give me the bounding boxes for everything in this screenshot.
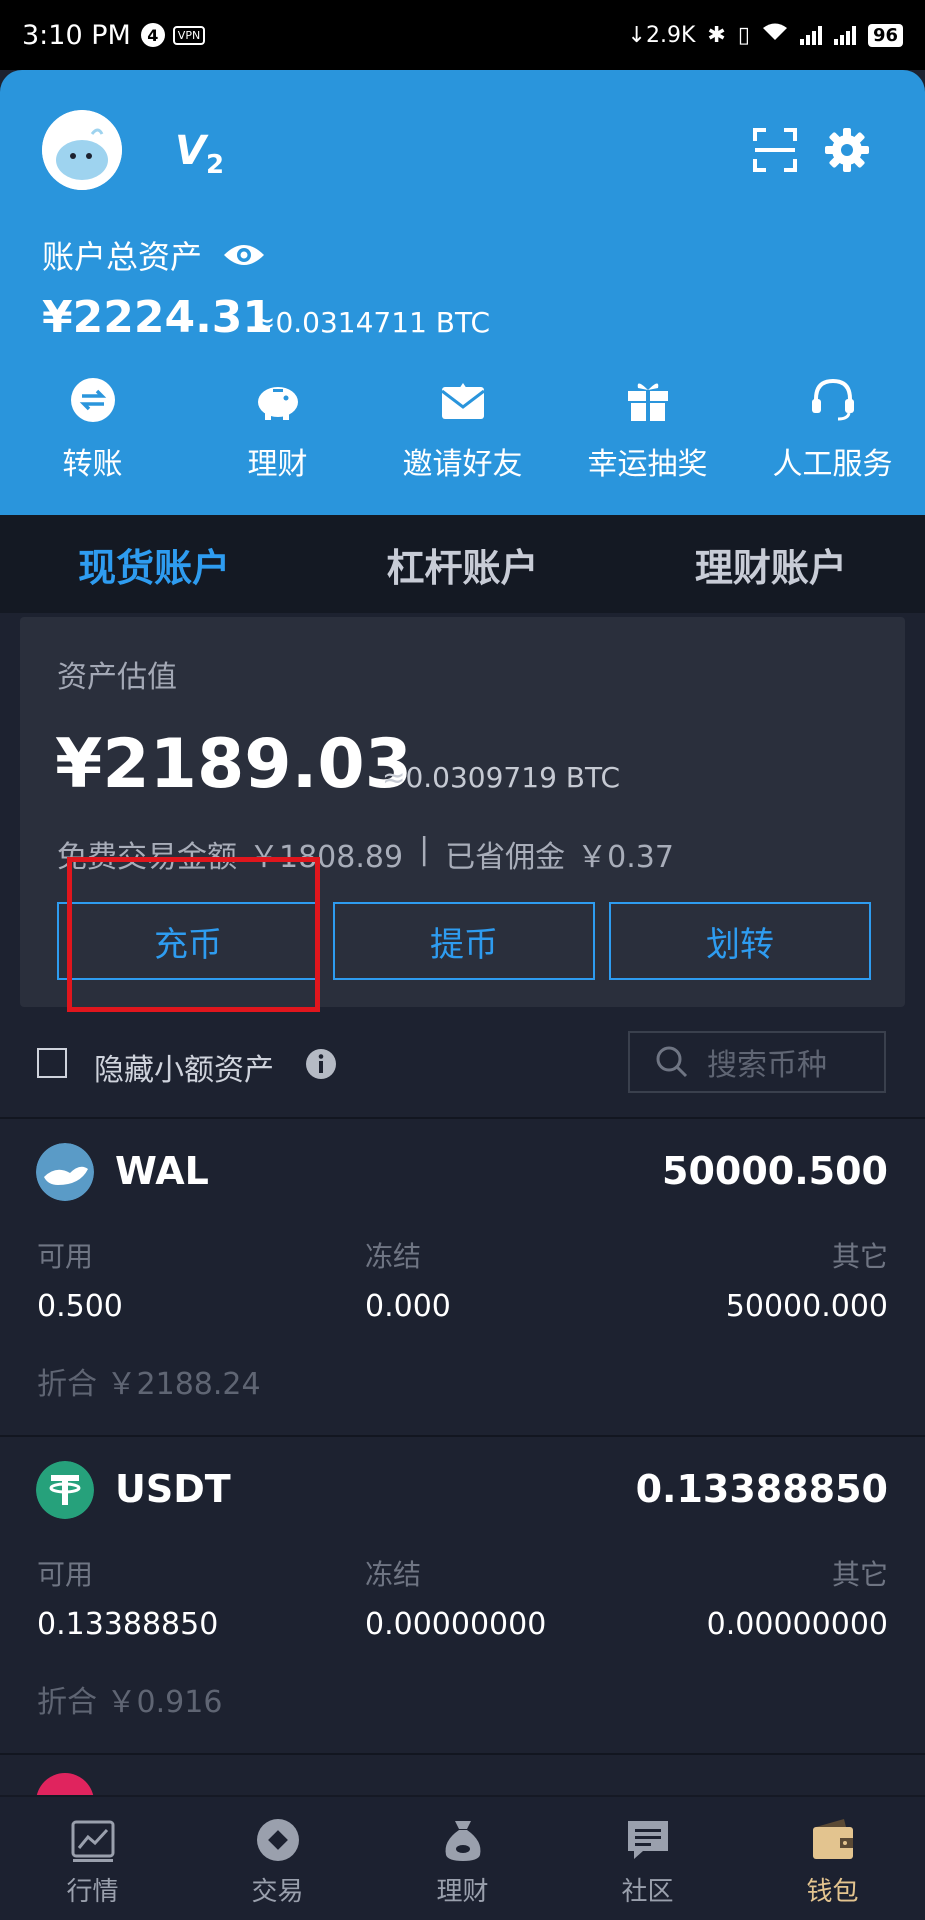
total-assets-btc: ≈0.0314711 BTC — [252, 306, 490, 339]
asset-symbol: USDT — [115, 1467, 231, 1511]
eye-icon[interactable] — [222, 240, 266, 270]
asset-equivalent: 折合 ￥2188.24 — [37, 1367, 261, 1402]
asset-estimate-label: 资产估值 — [57, 660, 177, 695]
available-value: 0.13388850 — [37, 1607, 219, 1642]
trade-icon — [256, 1819, 299, 1861]
available-label: 可用 — [37, 1240, 94, 1273]
nav-market[interactable]: 行情 — [0, 1797, 185, 1920]
withdraw-button[interactable]: 提币 — [333, 902, 595, 980]
money-bag-icon — [445, 1821, 480, 1861]
vip-level-badge: V2 — [175, 128, 225, 180]
status-time: 3:10 PM — [22, 19, 131, 51]
status-bar: 3:10 PM 4 VPN ↓2.9K ✱ ▯ 96 — [0, 0, 925, 70]
tab-spot-account[interactable]: 现货账户 — [0, 537, 308, 592]
info-icon[interactable] — [305, 1048, 337, 1080]
hide-small-assets-label[interactable]: 隐藏小额资产 — [94, 1045, 274, 1089]
asset-list: WAL 50000.500 可用 冻结 其它 0.500 0.000 50000… — [0, 1117, 925, 1815]
bottom-nav: 行情 交易 理财 社区 钱包 — [0, 1795, 925, 1920]
asset-symbol: WAL — [115, 1149, 209, 1193]
other-value: 50000.000 — [725, 1289, 888, 1324]
total-assets-label: 账户总资产 — [42, 232, 266, 278]
quick-action-transfer[interactable]: 转账 — [0, 375, 185, 483]
headset-icon — [811, 378, 854, 421]
notification-count-badge: 4 — [140, 23, 165, 47]
asset-total: 50000.500 — [662, 1149, 888, 1193]
hide-small-assets-checkbox[interactable] — [37, 1048, 67, 1078]
frozen-label: 冻结 — [365, 1240, 422, 1273]
search-icon — [656, 1046, 688, 1078]
nav-finance[interactable]: 理财 — [370, 1797, 555, 1920]
bluetooth-icon: ✱ — [707, 22, 726, 48]
search-placeholder: 搜索币种 — [707, 1048, 827, 1083]
transfer-icon — [70, 378, 115, 422]
vibrate-icon: ▯ — [737, 22, 750, 48]
account-tabs: 现货账户 杠杆账户 理财账户 — [0, 515, 925, 613]
available-label: 可用 — [37, 1558, 94, 1591]
other-value: 0.00000000 — [706, 1607, 888, 1642]
wifi-icon — [762, 22, 788, 48]
scan-icon[interactable] — [752, 127, 798, 173]
coin-search-input[interactable]: 搜索币种 — [628, 1031, 886, 1093]
filter-row: 隐藏小额资产 搜索币种 — [0, 1010, 925, 1118]
nav-wallet[interactable]: 钱包 — [740, 1797, 925, 1920]
asset-estimate-amount: ¥2189.03 — [55, 725, 413, 804]
asset-estimate-btc: ≈0.0309719 BTC — [382, 761, 620, 794]
saved-commission-value: ￥0.37 — [577, 840, 674, 875]
wallet-header: V2 账户总资产 ¥2224.31 ≈0.0314711 BTC 转账 理财 邀… — [0, 70, 925, 515]
tab-margin-account[interactable]: 杠杆账户 — [308, 537, 616, 592]
wal-coin-icon — [36, 1143, 94, 1201]
invite-envelope-icon — [440, 383, 485, 419]
frozen-label: 冻结 — [365, 1558, 422, 1591]
usdt-coin-icon — [36, 1461, 94, 1519]
quick-actions: 转账 理财 邀请好友 幸运抽奖 人工服务 — [0, 375, 925, 483]
avatar[interactable] — [42, 110, 122, 190]
signal-2-icon — [833, 25, 856, 45]
chart-icon — [71, 1820, 114, 1862]
wallet-icon — [812, 1819, 853, 1859]
frozen-value: 0.00000000 — [365, 1607, 547, 1642]
gear-icon[interactable] — [822, 125, 872, 175]
tab-finance-account[interactable]: 理财账户 — [617, 537, 925, 592]
asset-row-wal[interactable]: WAL 50000.500 可用 冻结 其它 0.500 0.000 50000… — [0, 1119, 925, 1435]
gift-icon — [627, 383, 668, 421]
quick-action-finance[interactable]: 理财 — [185, 375, 370, 483]
available-value: 0.500 — [37, 1289, 123, 1324]
vpn-icon: VPN — [172, 25, 206, 45]
asset-equivalent: 折合 ￥0.916 — [37, 1685, 223, 1720]
other-label: 其它 — [831, 1558, 888, 1591]
chat-icon — [627, 1821, 668, 1859]
highlight-annotation-box — [67, 857, 320, 1012]
asset-row-usdt[interactable]: USDT 0.13388850 可用 冻结 其它 0.13388850 0.00… — [0, 1437, 925, 1753]
nav-community[interactable]: 社区 — [555, 1797, 740, 1920]
nav-trade[interactable]: 交易 — [185, 1797, 370, 1920]
quick-action-customer-service[interactable]: 人工服务 — [740, 375, 925, 483]
frozen-value: 0.000 — [365, 1289, 451, 1324]
net-speed: ↓2.9K — [627, 22, 696, 48]
battery-icon: 96 — [867, 23, 903, 47]
quick-action-invite[interactable]: 邀请好友 — [370, 375, 555, 483]
total-assets-amount: ¥2224.31 — [42, 292, 274, 343]
signal-icon — [799, 25, 822, 45]
asset-total: 0.13388850 — [635, 1467, 888, 1511]
saved-commission-label: 已省佣金 — [445, 840, 566, 875]
fee-info-separator: | — [419, 832, 430, 867]
other-label: 其它 — [831, 1240, 888, 1273]
quick-action-lucky-draw[interactable]: 幸运抽奖 — [555, 375, 740, 483]
transfer-button[interactable]: 划转 — [609, 902, 871, 980]
piggy-bank-icon — [257, 387, 298, 420]
